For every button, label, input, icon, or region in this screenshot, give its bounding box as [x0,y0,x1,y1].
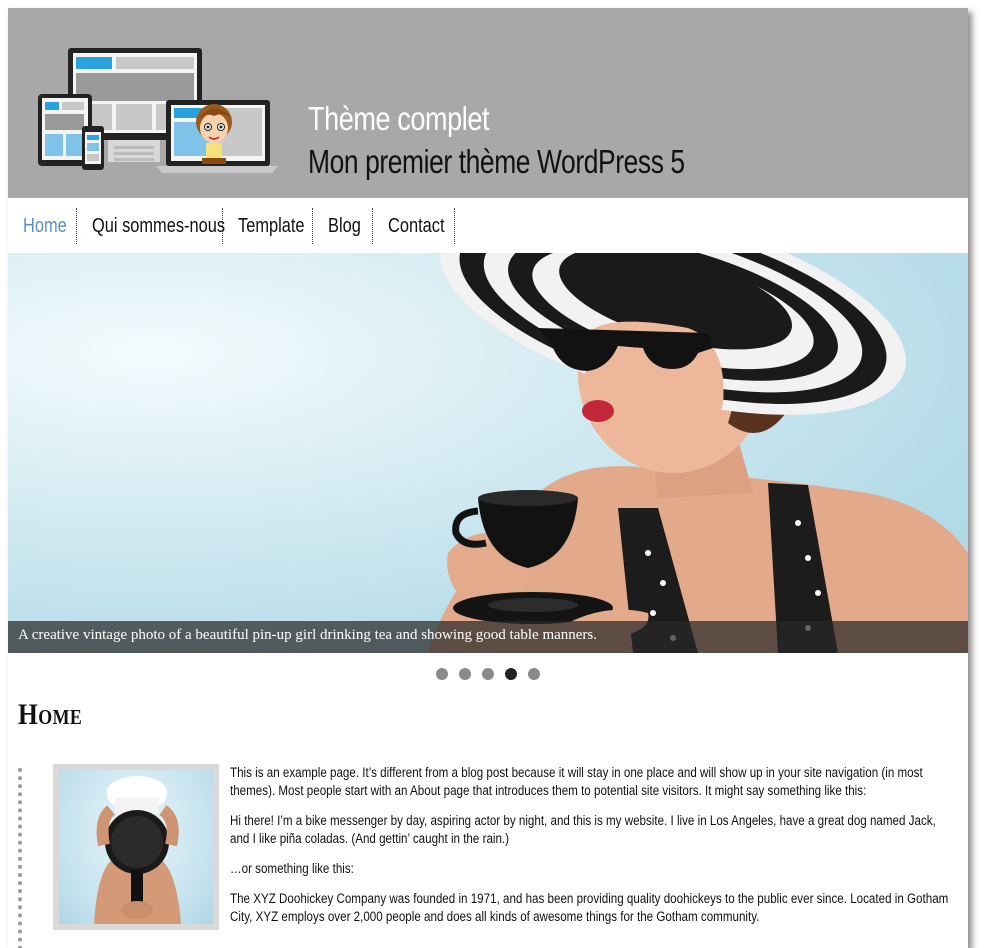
content-paragraph-4: The XYZ Doohickey Company was founded in… [230,891,949,924]
hero-slider[interactable]: A creative vintage photo of a beautiful … [8,253,968,653]
site-title[interactable]: Thème complet [308,100,490,138]
nav-item-qui-sommes-nous[interactable]: Qui sommes-nous [92,208,225,244]
responsive-devices-logo[interactable] [38,46,278,176]
slide-image-woman-drinking-tea [428,253,968,653]
slider-dot-1[interactable] [436,668,448,680]
site-header: Thème complet Mon premier thème WordPres… [8,8,968,198]
slide-caption-bar: A creative vintage photo of a beautiful … [8,621,968,653]
chef-illustration [94,776,181,924]
page-title: Home [18,698,83,731]
page-content: This is an example page. It’s different … [230,764,968,938]
content-paragraph-2: Hi there! I’m a bike messenger by day, a… [230,813,936,846]
nav-separator [454,208,455,244]
dotted-divider [18,768,22,948]
main-navigation: Home Qui sommes-nous Template Blog Conta… [8,198,968,253]
content-paragraph-3: …or something like this: [230,861,354,876]
nav-separator [76,208,77,244]
slider-pagination [436,668,556,682]
nav-separator [312,208,313,244]
chef-with-pan-image [59,770,213,924]
slider-dot-4[interactable] [505,668,517,680]
content-paragraph-1: This is an example page. It’s different … [230,765,923,798]
nav-item-blog[interactable]: Blog [328,208,361,244]
nav-separator [222,208,223,244]
nav-item-home[interactable]: Home [23,208,67,244]
site-description: Mon premier thème WordPress 5 [308,143,685,180]
slider-dot-2[interactable] [459,668,471,680]
slide-caption: A creative vintage photo of a beautiful … [18,627,598,643]
featured-image-frame [53,764,219,930]
slider-dot-5[interactable] [528,668,540,680]
slider-dot-3[interactable] [482,668,494,680]
nav-separator [372,208,373,244]
nav-item-template[interactable]: Template [238,208,305,244]
nav-item-contact[interactable]: Contact [388,208,445,244]
page-container: Thème complet Mon premier thème WordPres… [8,8,968,948]
